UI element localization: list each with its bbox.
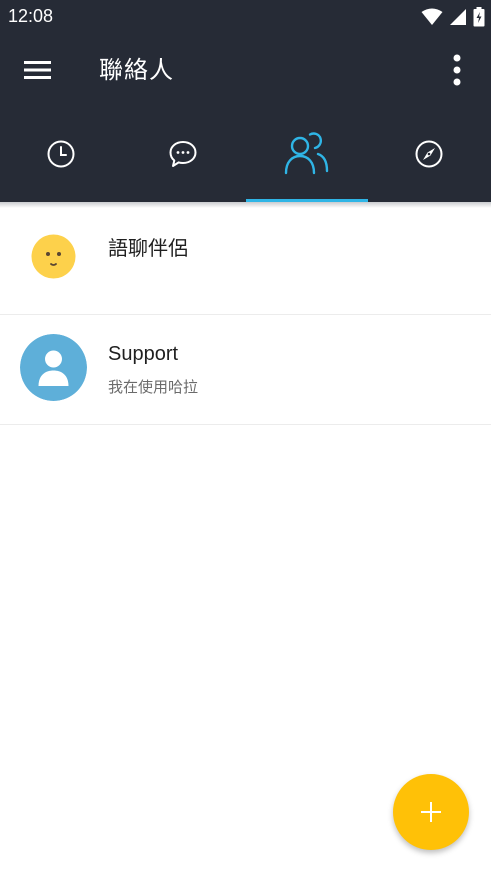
tab-contacts[interactable] [246,106,368,202]
compass-icon [415,140,443,168]
status-icons [421,7,485,27]
page-title: 聯絡人 [99,56,174,84]
app-bar: 聯絡人 [0,34,491,106]
contact-status-message: 我在使用哈拉 [108,378,199,396]
contact-row-support[interactable]: Support 我在使用哈拉 [0,314,491,425]
battery-icon [473,7,485,27]
clock-icon [47,140,75,168]
wifi-icon [421,8,443,25]
tab-bar [0,106,491,202]
tab-chats[interactable] [122,106,244,202]
plus-icon [421,802,441,822]
status-bar: 12:08 [0,0,491,34]
overflow-menu-button[interactable] [441,50,473,90]
status-time: 12:08 [8,6,54,26]
contact-row-voice-companion[interactable]: 語聊伴侶 [0,204,491,315]
default-user-avatar [20,334,87,401]
tab-discover[interactable] [368,106,490,202]
contacts-people-icon [284,132,329,175]
add-contact-fab[interactable] [393,774,469,850]
contact-name: 語聊伴侶 [108,238,188,260]
more-vert-icon [453,54,461,86]
emoji-face-avatar [31,234,76,279]
signal-icon [450,9,466,25]
chat-bubble-icon [169,141,197,167]
menu-button[interactable] [18,50,58,90]
hamburger-menu-icon [24,61,51,79]
contact-name: Support [108,343,179,365]
tab-recent[interactable] [0,106,122,202]
